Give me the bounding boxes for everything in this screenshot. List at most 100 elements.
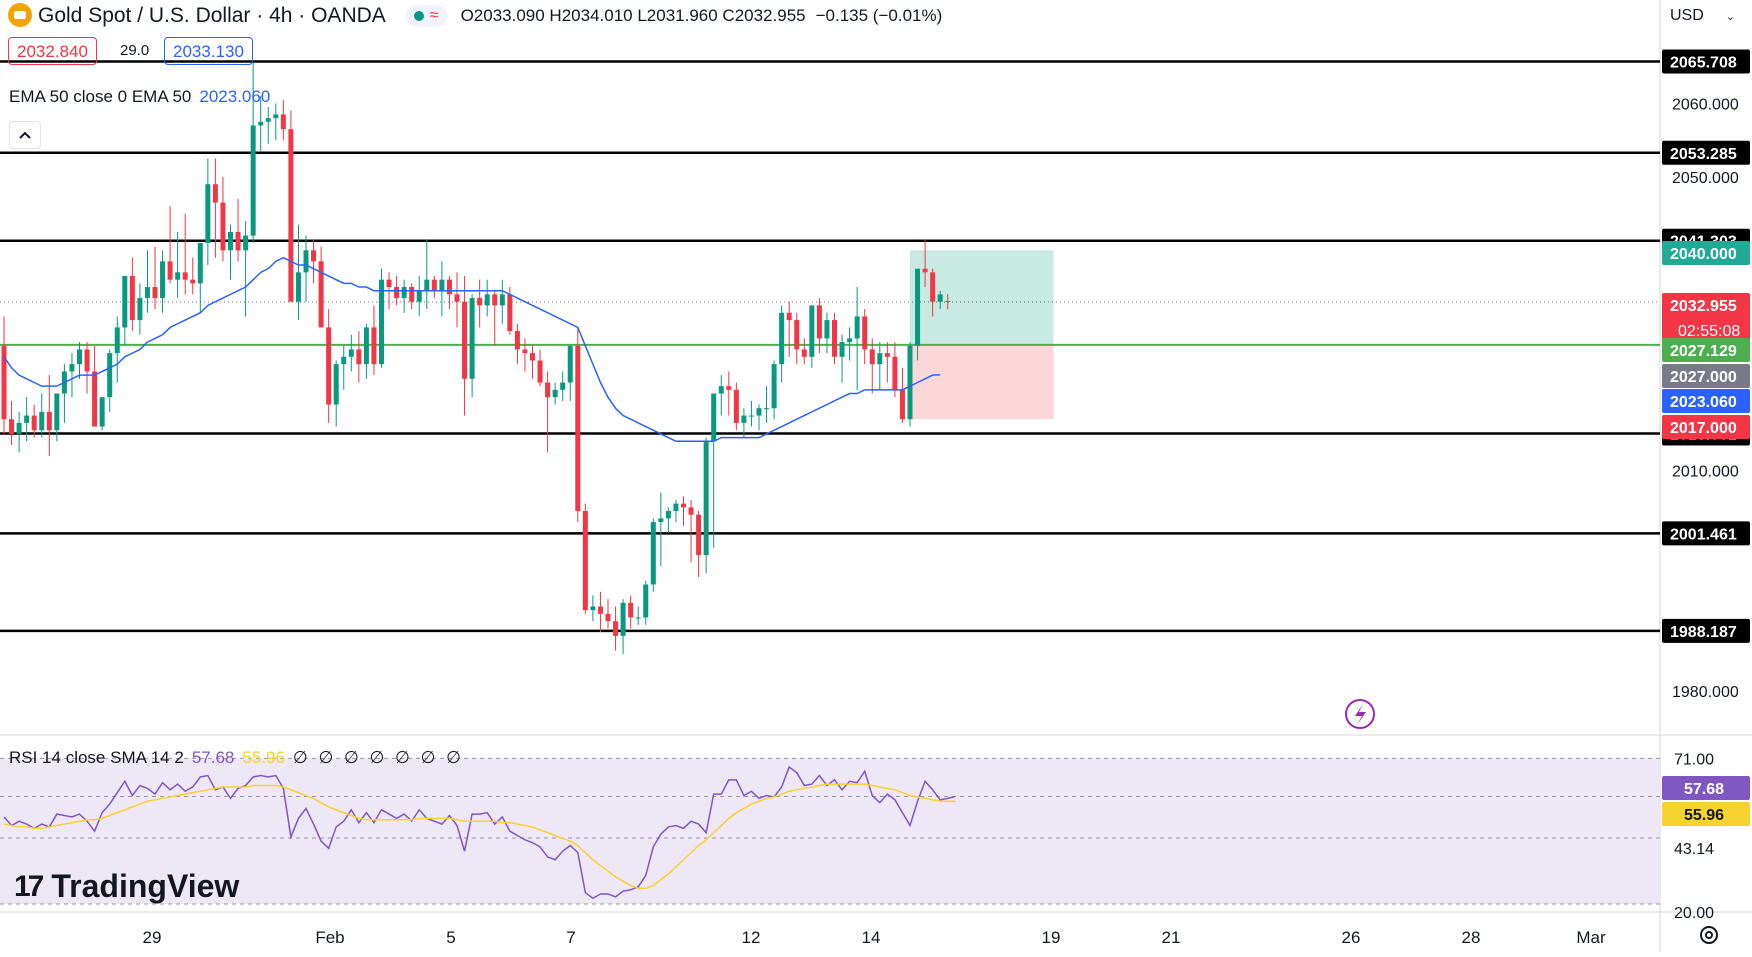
candle-body	[907, 345, 913, 420]
candle-body	[597, 606, 603, 614]
candle-body	[424, 279, 430, 291]
candle-body	[643, 584, 649, 618]
candle-body	[190, 279, 196, 284]
candle-body	[726, 386, 732, 390]
ohlc-values: O2033.090 H2034.010 L2031.960 C2032.955	[460, 6, 806, 25]
candle-body	[371, 327, 377, 365]
price-change: −0.135 (−0.01%)	[815, 6, 943, 25]
rsi-legend[interactable]: RSI 14 close SMA 14 2 57.68 55.96 ∅ ∅ ∅ ∅ ∅…	[9, 748, 464, 768]
candle-body	[446, 279, 452, 295]
candle-body	[514, 331, 520, 350]
candle-body	[613, 621, 619, 636]
rsi-sma-legend-value: 55.96	[242, 748, 285, 767]
rsi-legend-label: RSI 14 close SMA 14 2	[9, 748, 184, 767]
candle-body	[31, 415, 37, 431]
candle-body	[197, 242, 203, 284]
market-status[interactable]: ≈	[405, 5, 447, 27]
main-pane	[0, 0, 1660, 735]
candle-body	[303, 250, 309, 273]
candle-body	[718, 386, 724, 394]
candle-body	[363, 327, 369, 365]
candle-body	[884, 353, 890, 357]
candle-body	[945, 301, 951, 303]
level-price-tag-label: 2065.708	[1670, 55, 1737, 72]
candle-body	[771, 364, 777, 409]
market-open-icon	[413, 11, 424, 21]
candle-body	[892, 356, 898, 390]
candle-body	[567, 345, 573, 383]
settings-icon[interactable]	[1698, 924, 1720, 946]
candle-body	[650, 522, 656, 585]
price-tag-label: 2027.129	[1670, 343, 1737, 360]
chart-header: Gold Spot / U.S. Dollar · 4h · OANDA ≈ O…	[0, 0, 942, 32]
rsi-band	[0, 758, 1660, 904]
collapse-legend-button[interactable]	[9, 121, 41, 149]
candle-body	[39, 411, 45, 431]
buy-button[interactable]: 2033.130	[164, 37, 253, 65]
candle-body	[205, 184, 211, 243]
ema-legend[interactable]: EMA 50 close 0 EMA 50 2023.060	[9, 87, 270, 107]
candle-body	[688, 507, 694, 515]
sell-button[interactable]: 2032.840	[8, 37, 97, 65]
candle-body	[847, 338, 853, 343]
gold-symbol-icon	[8, 3, 32, 27]
candle-body	[409, 287, 415, 302]
price-tag-label: 2027.000	[1670, 369, 1737, 386]
candle-body	[341, 356, 347, 365]
symbol-title[interactable]: Gold Spot / U.S. Dollar · 4h · OANDA	[38, 4, 386, 28]
candle-body	[484, 294, 490, 306]
candle-body	[605, 613, 611, 622]
candle-body	[552, 389, 558, 398]
spread-value: 29.0	[120, 42, 150, 59]
candle-body	[9, 419, 15, 434]
level-price-tag-label: 2053.285	[1670, 146, 1737, 163]
candle-body	[144, 287, 150, 299]
candle-body	[326, 327, 332, 405]
candle-body	[877, 353, 883, 365]
price-tag-label: 2040.000	[1670, 246, 1737, 263]
candle-body	[122, 276, 128, 328]
time-axis-tick-label: 14	[862, 928, 881, 947]
candle-body	[839, 342, 845, 357]
candle-body	[439, 279, 445, 291]
candle-body	[545, 382, 551, 398]
price-tag-label: 2023.060	[1670, 394, 1737, 411]
candle-body	[258, 121, 264, 126]
price-axis-tick-label: 2050.000	[1672, 170, 1739, 187]
candle-body	[635, 617, 641, 619]
candle-body	[160, 261, 166, 299]
candle-body	[824, 320, 830, 339]
price-axis-tick-label: 2010.000	[1672, 464, 1739, 481]
candle-body	[92, 371, 98, 427]
candle-body	[696, 514, 702, 556]
price-tag-label: 2017.000	[1670, 420, 1737, 437]
candle-body	[265, 118, 271, 122]
tradingview-logo[interactable]: 17 TradingView	[14, 868, 239, 905]
ema-legend-value: 2023.060	[199, 87, 271, 106]
candle-body	[416, 290, 422, 302]
candle-body	[492, 294, 498, 306]
currency-selector[interactable]: USD ⌄	[1664, 2, 1750, 30]
time-axis-tick-label: 29	[143, 928, 162, 947]
candle-body	[915, 268, 921, 346]
candle-body	[167, 261, 173, 280]
candle-body	[522, 349, 528, 354]
candle-body	[182, 272, 188, 280]
candle-body	[243, 235, 249, 251]
candle-body	[46, 411, 52, 431]
candle-body	[507, 294, 513, 332]
candle-body	[273, 114, 279, 119]
time-axis-tick-label: 5	[446, 928, 455, 947]
tradingview-mark-icon: 17	[14, 869, 44, 903]
candle-body	[220, 202, 226, 251]
rsi-value-tag-label: 57.68	[1684, 781, 1724, 798]
candle-body	[794, 320, 800, 350]
candle-body	[922, 268, 928, 273]
countdown-label: 02:55:08	[1678, 323, 1740, 340]
time-axis-tick-label: 28	[1462, 928, 1481, 947]
candle-body	[530, 353, 535, 361]
chart-canvas[interactable]: 2060.000 2050.000 2010.000 1980.000 2065.708…	[0, 0, 1752, 952]
candle-body	[673, 503, 679, 512]
time-axis-tick-label: 26	[1342, 928, 1361, 947]
candle-body	[937, 294, 943, 302]
